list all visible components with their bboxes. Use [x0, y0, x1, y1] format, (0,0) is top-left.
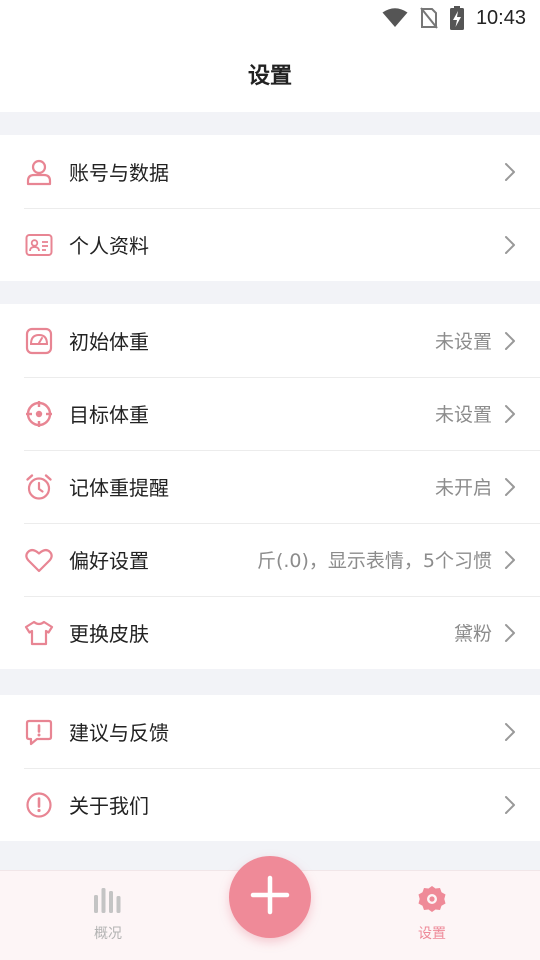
settings-item-feedback[interactable]: 建议与反馈	[0, 695, 540, 768]
weight-group: 初始体重 未设置 目标体重 未设置 记体重提醒 未开启 偏好设置 斤(.0)，显…	[0, 304, 540, 669]
info-icon	[24, 790, 54, 820]
nav-tab-settings[interactable]: 设置	[392, 885, 472, 943]
settings-item-about-us[interactable]: 关于我们	[0, 768, 540, 841]
settings-item-value: 黛粉	[453, 623, 492, 645]
no-sim-icon	[420, 7, 438, 29]
chevron-right-icon	[502, 404, 518, 424]
status-time: 10:43	[475, 6, 526, 29]
wifi-icon	[382, 8, 408, 28]
chevron-right-icon	[502, 795, 518, 815]
settings-item-skin[interactable]: 更换皮肤 黛粉	[0, 596, 540, 669]
support-group: 建议与反馈 关于我们	[0, 695, 540, 841]
settings-item-label: 初始体重	[69, 330, 149, 354]
settings-item-label: 个人资料	[69, 234, 149, 258]
nav-tab-overview[interactable]: 概况	[68, 885, 148, 943]
settings-item-label: 账号与数据	[69, 161, 169, 185]
id-card-icon	[24, 230, 54, 260]
settings-item-label: 更换皮肤	[69, 622, 149, 646]
target-icon	[24, 399, 54, 429]
settings-screen: 10:43 设置 账号与数据 个人资料 初始体重 未设置 目标体重 未设置 记体…	[0, 0, 540, 960]
plus-icon	[250, 875, 290, 919]
add-record-button[interactable]	[229, 856, 311, 938]
bar-chart-icon	[92, 885, 124, 919]
settings-item-value: 未开启	[434, 477, 492, 499]
settings-item-profile[interactable]: 个人资料	[0, 208, 540, 281]
chevron-right-icon	[502, 623, 518, 643]
nav-label-settings: 设置	[418, 926, 446, 942]
settings-item-account-data[interactable]: 账号与数据	[0, 135, 540, 208]
chevron-right-icon	[502, 550, 518, 570]
account-group: 账号与数据 个人资料	[0, 135, 540, 281]
settings-item-weight-reminder[interactable]: 记体重提醒 未开启	[0, 450, 540, 523]
page-header: 设置	[0, 36, 540, 112]
settings-item-label: 建议与反馈	[69, 721, 169, 745]
chevron-right-icon	[502, 162, 518, 182]
chevron-right-icon	[502, 722, 518, 742]
status-bar: 10:43	[0, 0, 540, 36]
settings-item-value: 未设置	[434, 404, 492, 426]
settings-item-value: 斤(.0)，显示表情，5个习惯	[256, 550, 492, 572]
settings-item-label: 关于我们	[69, 794, 149, 818]
settings-item-initial-weight[interactable]: 初始体重 未设置	[0, 304, 540, 377]
chevron-right-icon	[502, 331, 518, 351]
alarm-clock-icon	[24, 472, 54, 502]
nav-label-overview: 概况	[94, 926, 122, 942]
settings-item-preferences[interactable]: 偏好设置 斤(.0)，显示表情，5个习惯	[0, 523, 540, 596]
chevron-right-icon	[502, 477, 518, 497]
page-title: 设置	[247, 64, 292, 89]
settings-item-target-weight[interactable]: 目标体重 未设置	[0, 377, 540, 450]
tshirt-icon	[24, 618, 54, 648]
settings-item-label: 目标体重	[69, 403, 149, 427]
scale-icon	[24, 326, 54, 356]
user-icon	[24, 157, 54, 187]
gear-icon	[416, 885, 448, 919]
battery-charging-icon	[449, 6, 464, 30]
settings-item-value: 未设置	[434, 331, 492, 353]
settings-item-label: 偏好设置	[69, 549, 149, 573]
settings-item-label: 记体重提醒	[69, 476, 169, 500]
heart-icon	[24, 545, 54, 575]
feedback-icon	[24, 717, 54, 747]
chevron-right-icon	[502, 235, 518, 255]
